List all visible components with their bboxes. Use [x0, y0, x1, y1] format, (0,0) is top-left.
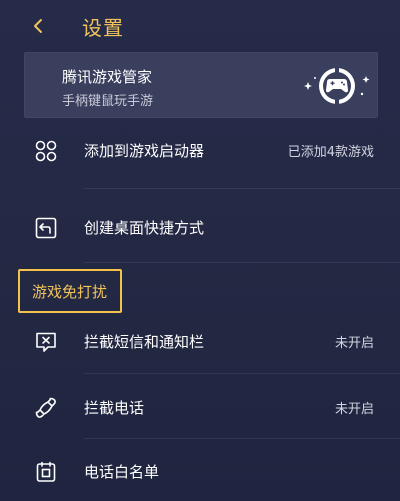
grid-four-icon	[34, 139, 58, 163]
shortcut-arrow-icon	[34, 216, 58, 240]
phone-whitelist-row[interactable]: 电话白名单	[0, 444, 400, 500]
divider	[84, 262, 400, 263]
add-to-launcher-value: 已添加4款游戏	[287, 145, 374, 160]
create-shortcut-label: 创建桌面快捷方式	[84, 219, 205, 237]
block-calls-status: 未开启	[334, 402, 374, 417]
gamepad-logo-icon	[302, 64, 372, 108]
message-block-icon	[34, 330, 58, 354]
promo-card[interactable]: 腾讯游戏管家 手柄键鼠玩手游	[24, 52, 378, 118]
phone-icon	[34, 396, 58, 420]
divider	[84, 438, 400, 439]
page-title: 设置	[82, 16, 124, 40]
phone-whitelist-label: 电话白名单	[84, 463, 160, 481]
block-calls-label: 拦截电话	[84, 399, 145, 417]
promo-subtitle: 手柄键鼠玩手游	[62, 94, 154, 109]
section-title: 游戏免打扰	[32, 283, 108, 301]
divider	[84, 188, 400, 189]
header-bar: 设置	[0, 0, 400, 52]
block-sms-status: 未开启	[334, 336, 374, 351]
chevron-left-icon	[31, 18, 45, 34]
block-calls-row[interactable]: 拦截电话 未开启	[0, 380, 400, 436]
block-sms-notification-row[interactable]: 拦截短信和通知栏 未开启	[0, 314, 400, 370]
block-sms-label: 拦截短信和通知栏	[84, 333, 205, 351]
calendar-list-icon	[34, 460, 58, 484]
add-to-launcher-label: 添加到游戏启动器	[84, 142, 205, 160]
back-button[interactable]	[26, 14, 50, 38]
section-header-dnd: 游戏免打扰	[18, 269, 122, 313]
add-to-launcher-row[interactable]: 添加到游戏启动器 已添加4款游戏	[0, 123, 400, 179]
create-shortcut-row[interactable]: 创建桌面快捷方式	[0, 200, 400, 256]
promo-title: 腾讯游戏管家	[62, 68, 153, 86]
divider	[84, 373, 400, 374]
